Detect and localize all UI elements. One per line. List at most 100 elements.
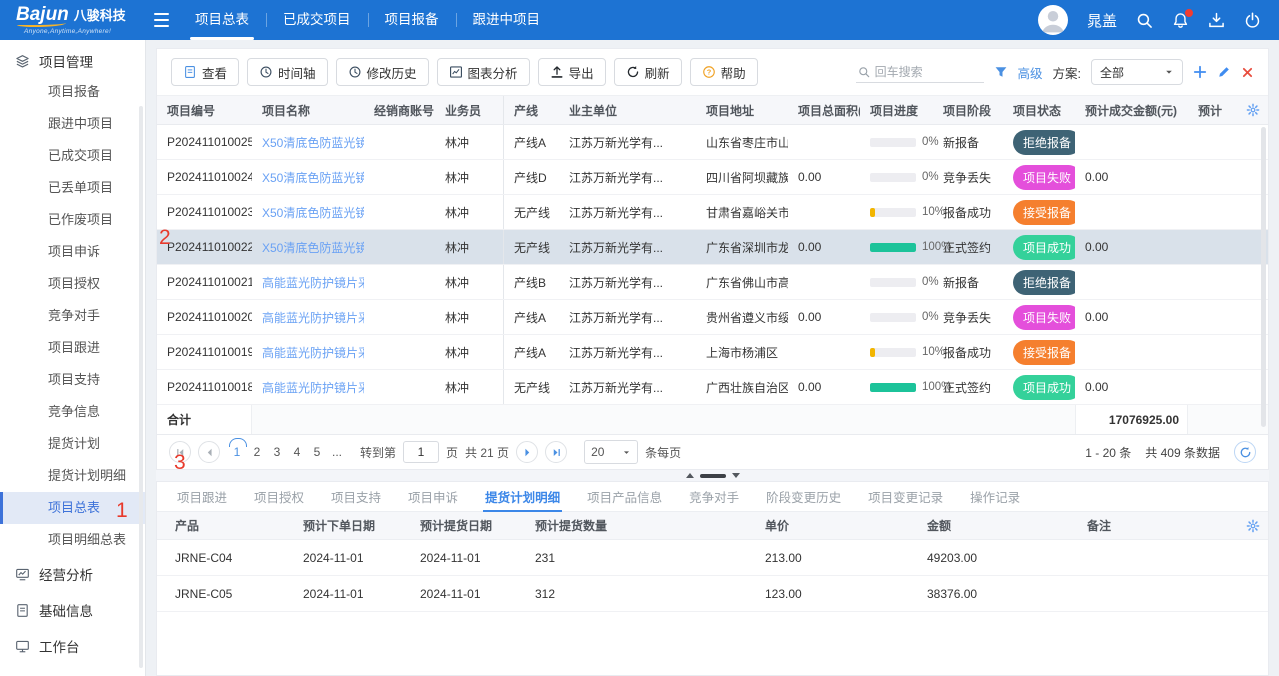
project-name-link[interactable]: X50清底色防蓝光镜片... <box>252 239 364 256</box>
last-page-button[interactable] <box>545 441 567 463</box>
page-number-3[interactable]: 3 <box>269 445 285 459</box>
next-page-button[interactable] <box>516 441 538 463</box>
status-badge[interactable]: 项目失败 <box>1013 165 1075 190</box>
advanced-search-link[interactable]: 高级 <box>1018 63 1043 82</box>
topbar-tab-closed-projects[interactable]: 已成交项目 <box>266 0 368 40</box>
splitter-handle[interactable] <box>156 470 1269 481</box>
page-number-2[interactable]: 2 <box>249 445 265 459</box>
view-button[interactable]: 查看 <box>171 58 239 86</box>
filter-funnel-icon[interactable] <box>994 65 1008 79</box>
export-button[interactable]: 导出 <box>538 58 606 86</box>
project-name-link[interactable]: 高能蓝光防护镜片采购... <box>252 379 364 396</box>
sidebar-item-pickup-plan-detail[interactable]: 提货计划明细 <box>0 460 145 492</box>
status-badge[interactable]: 项目成功 <box>1013 375 1075 400</box>
status-badge[interactable]: 接受报备 <box>1013 200 1075 225</box>
refresh-data-button[interactable] <box>1234 441 1256 463</box>
page-size-select[interactable]: 20 <box>584 440 638 464</box>
table-scrollbar[interactable] <box>1261 127 1266 427</box>
table-row[interactable]: P202411010020高能蓝光防护镜片采购...林冲产线A江苏万新光学有..… <box>157 300 1268 335</box>
column-settings-gear-icon[interactable] <box>1246 103 1260 117</box>
detail-table-row[interactable]: JRNE-C052024-11-012024-11-01312123.00383… <box>157 576 1268 612</box>
refresh-button[interactable]: 刷新 <box>614 58 682 86</box>
status-badge[interactable]: 接受报备 <box>1013 340 1075 365</box>
table-row[interactable]: P202411010023X50清底色防蓝光镜片...林冲无产线江苏万新光学有.… <box>157 195 1268 230</box>
search-icon[interactable] <box>1136 12 1153 29</box>
topbar-tab-project-summary[interactable]: 项目总表 <box>178 0 266 40</box>
notifications-bell-icon[interactable] <box>1172 12 1189 29</box>
sidebar-item-project-authorization[interactable]: 项目授权 <box>0 268 145 300</box>
detail-tab-stage-change-history[interactable]: 阶段变更历史 <box>766 482 841 511</box>
detail-tab-project-follow[interactable]: 项目跟进 <box>177 482 227 511</box>
table-row[interactable]: P202411010024X50清底色防蓝光镜片...林冲产线D江苏万新光学有.… <box>157 160 1268 195</box>
table-row[interactable]: P202411010021高能蓝光防护镜片采购...林冲产线B江苏万新光学有..… <box>157 265 1268 300</box>
sidebar-item-project-appeal[interactable]: 项目申诉 <box>0 236 145 268</box>
status-badge[interactable]: 项目成功 <box>1013 235 1075 260</box>
detail-tab-project-product-info[interactable]: 项目产品信息 <box>587 482 662 511</box>
table-row[interactable]: P202411010019高能蓝光防护镜片采购...林冲产线A江苏万新光学有..… <box>157 335 1268 370</box>
status-badge[interactable]: 拒绝报备 <box>1013 130 1075 155</box>
scheme-select[interactable]: 全部 <box>1091 59 1183 85</box>
timeline-button[interactable]: 时间轴 <box>247 58 328 86</box>
page-number-5[interactable]: 5 <box>309 445 325 459</box>
detail-tab-project-authorization[interactable]: 项目授权 <box>254 482 304 511</box>
sidebar-item-project-support[interactable]: 项目支持 <box>0 364 145 396</box>
search-input[interactable] <box>875 65 982 79</box>
topbar-tab-following-projects[interactable]: 跟进中项目 <box>456 0 558 40</box>
sidebar-scrollbar[interactable] <box>139 106 143 668</box>
sidebar-item-pickup-plan[interactable]: 提货计划 <box>0 428 145 460</box>
download-icon[interactable] <box>1208 12 1225 29</box>
status-badge[interactable]: 项目失败 <box>1013 305 1075 330</box>
table-row[interactable]: P202411010018高能蓝光防护镜片采购...林冲无产线江苏万新光学有..… <box>157 370 1268 405</box>
footer-cell <box>364 405 435 434</box>
page-number-1[interactable]: 1 <box>229 445 245 459</box>
detail-tab-operation-record[interactable]: 操作记录 <box>970 482 1020 511</box>
sidebar-item-following-projects[interactable]: 跟进中项目 <box>0 108 145 140</box>
sidebar-item-competitors[interactable]: 竞争对手 <box>0 300 145 332</box>
app-logo[interactable]: Bajun 八骏科技 Anyone,Anytime,Anywhere! <box>16 5 144 35</box>
menu-toggle-icon[interactable] <box>154 13 170 27</box>
project-name-link[interactable]: X50清底色防蓝光镜片... <box>252 134 364 151</box>
table-row[interactable]: P202411010022X50清底色防蓝光镜片...林冲无产线江苏万新光学有.… <box>157 230 1268 265</box>
detail-tab-competitors[interactable]: 竞争对手 <box>689 482 739 511</box>
project-name-link[interactable]: 高能蓝光防护镜片采购... <box>252 309 364 326</box>
sidebar-item-voided-projects[interactable]: 已作废项目 <box>0 204 145 236</box>
detail-tab-project-support[interactable]: 项目支持 <box>331 482 381 511</box>
sidebar-section-business-analysis[interactable]: 经营分析 <box>0 556 145 592</box>
edit-scheme-icon[interactable] <box>1217 65 1231 79</box>
power-icon[interactable] <box>1244 12 1261 29</box>
status-badge[interactable]: 拒绝报备 <box>1013 270 1075 295</box>
detail-column-settings-gear-icon[interactable] <box>1246 519 1260 533</box>
column-header-9: 项目进度 <box>860 102 933 119</box>
sidebar-section-workbench[interactable]: 工作台 <box>0 628 145 664</box>
edit-history-button[interactable]: 修改历史 <box>336 58 429 86</box>
detail-tab-pickup-plan-detail[interactable]: 提货计划明细 <box>485 482 560 511</box>
topbar-tab-project-report[interactable]: 项目报备 <box>368 0 456 40</box>
project-name-link[interactable]: 高能蓝光防护镜片采购... <box>252 274 364 291</box>
sidebar-item-project-follow[interactable]: 项目跟进 <box>0 332 145 364</box>
sidebar-section-basic-info[interactable]: 基础信息 <box>0 592 145 628</box>
goto-page-input[interactable] <box>403 441 439 463</box>
username[interactable]: 晁盖 <box>1087 10 1117 31</box>
table-row[interactable]: P202411010025X50清底色防蓝光镜片...林冲产线A江苏万新光学有.… <box>157 125 1268 160</box>
sidebar-section-project-management[interactable]: 项目管理 <box>0 46 145 76</box>
sidebar-item-competitive-info[interactable]: 竞争信息 <box>0 396 145 428</box>
avatar[interactable] <box>1038 5 1068 35</box>
sidebar-item-project-detail-summary[interactable]: 项目明细总表 <box>0 524 145 556</box>
detail-table-row[interactable]: JRNE-C042024-11-012024-11-01231213.00492… <box>157 540 1268 576</box>
prev-page-button[interactable] <box>198 441 220 463</box>
project-name-link[interactable]: X50清底色防蓝光镜片... <box>252 204 364 221</box>
project-name-link[interactable]: X50清底色防蓝光镜片... <box>252 169 364 186</box>
delete-scheme-icon[interactable] <box>1241 66 1254 79</box>
sidebar-item-closed-projects[interactable]: 已成交项目 <box>0 140 145 172</box>
sidebar-item-lost-projects[interactable]: 已丢单项目 <box>0 172 145 204</box>
owner-cell: 江苏万新光学有... <box>559 239 696 256</box>
chart-analysis-button[interactable]: 图表分析 <box>437 58 530 86</box>
stage-cell: 新报备 <box>933 274 1003 291</box>
page-number-4[interactable]: 4 <box>289 445 305 459</box>
project-name-link[interactable]: 高能蓝光防护镜片采购... <box>252 344 364 361</box>
help-button[interactable]: ?帮助 <box>690 58 758 86</box>
sidebar-item-project-report[interactable]: 项目报备 <box>0 76 145 108</box>
add-scheme-icon[interactable] <box>1193 65 1207 79</box>
detail-tab-project-appeal[interactable]: 项目申诉 <box>408 482 458 511</box>
detail-tab-project-change-record[interactable]: 项目变更记录 <box>868 482 943 511</box>
